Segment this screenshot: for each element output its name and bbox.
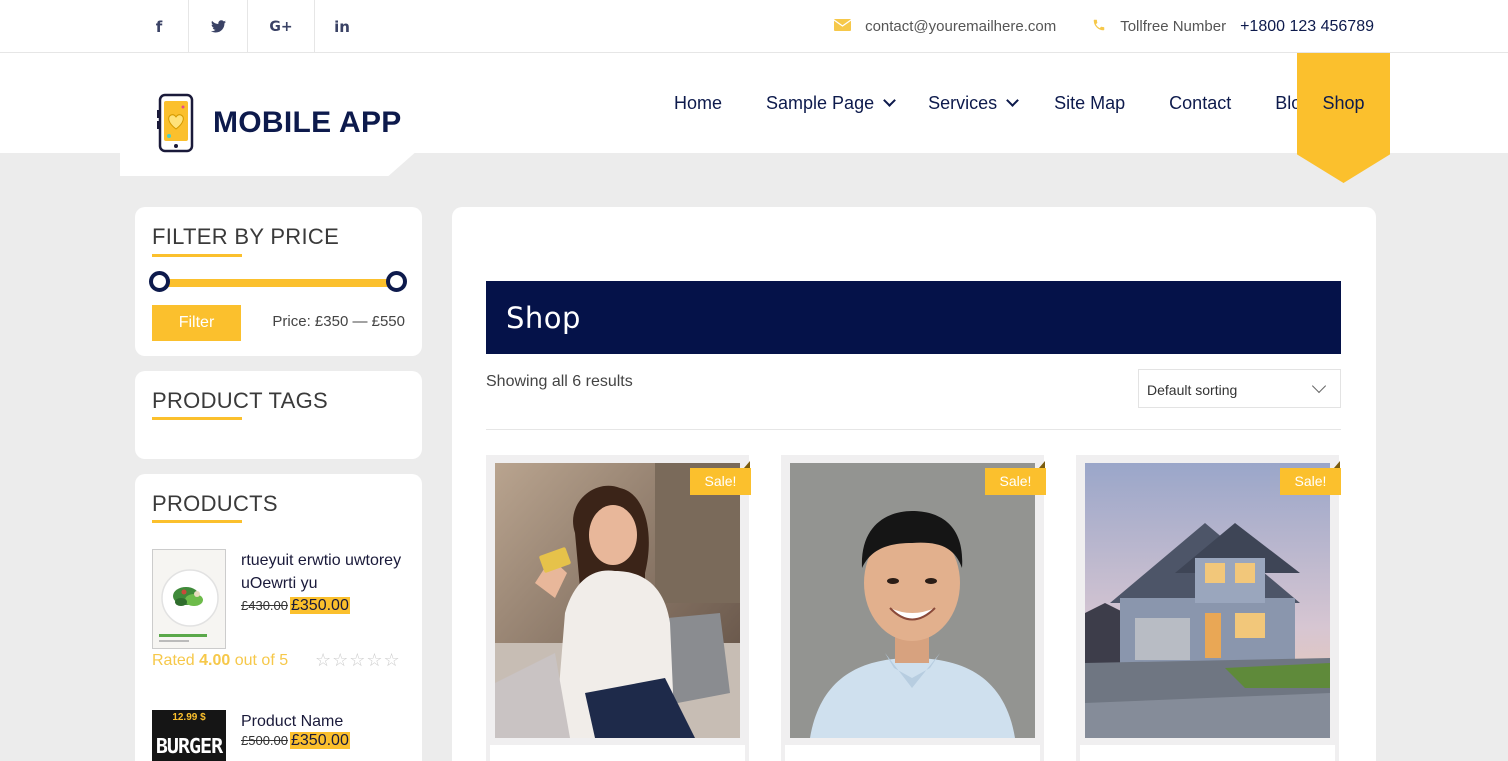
nav-label: Home	[674, 92, 723, 113]
product-price: £430.00 £350.00	[241, 597, 350, 615]
google-plus-icon[interactable]: G+	[248, 0, 315, 53]
results-count: Showing all 6 results	[486, 373, 633, 390]
sale-ribbon-fold	[1039, 461, 1045, 468]
product-rating: Rated 4.00 out of 5	[152, 652, 289, 669]
facebook-icon[interactable]: f	[130, 0, 189, 53]
nav-item-site-map[interactable]: Site Map	[1039, 53, 1147, 153]
card-footer	[1080, 745, 1335, 761]
thumbnail-price-text: 12.99 $	[172, 712, 206, 723]
chevron-down-icon	[1006, 94, 1019, 107]
nav-label: Sample Page	[766, 92, 875, 113]
phone-icon	[1092, 18, 1106, 36]
nav-item-home[interactable]: Home	[652, 53, 744, 153]
sale-ribbon-fold	[1334, 461, 1340, 468]
title-underline	[152, 520, 242, 523]
chevron-down-icon	[883, 94, 896, 107]
burger-thumbnail[interactable]: 12.99 $ BURGER	[152, 710, 226, 761]
product-tags-widget: PRODUCT TAGS	[135, 371, 422, 459]
thumbnail-title-text: BURGER	[155, 734, 223, 758]
divider	[486, 429, 1341, 430]
price-slider-track[interactable]	[158, 279, 398, 287]
products-widget: PRODUCTS rtueyuit erwtio uwtorey uOewrti…	[135, 474, 422, 761]
sale-price: £350.00	[290, 597, 350, 614]
top-bar: f G+ in contact@youremailhere.com Tollfr…	[0, 0, 1508, 53]
salad-thumbnail[interactable]	[152, 549, 226, 649]
contact-email[interactable]: contact@youremailhere.com	[865, 18, 1056, 35]
page-title: Shop	[506, 301, 581, 335]
nav-label: Site Map	[1054, 92, 1126, 113]
product-name[interactable]: rtueyuit erwtio uwtorey uOewrti yu	[241, 549, 401, 595]
tollfree-label: Tollfree Number	[1120, 18, 1227, 35]
sale-ribbon-fold	[744, 461, 750, 468]
title-underline	[152, 417, 242, 420]
price-slider-min-handle[interactable]	[149, 271, 170, 292]
star-rating-icon: ☆☆☆☆☆	[315, 650, 401, 671]
nav-item-services[interactable]: Services	[916, 53, 1039, 153]
product-name-line-2: uOewrti yu	[241, 575, 318, 592]
sort-select[interactable]: Default sorting	[1138, 369, 1341, 408]
old-price: £430.00	[241, 598, 288, 613]
woman-shopping-photo[interactable]	[495, 463, 740, 738]
nav-label: Contact	[1169, 92, 1232, 113]
product-card[interactable]: Sale!	[1076, 455, 1341, 761]
phone-app-logo-icon	[157, 93, 194, 153]
price-slider-max-handle[interactable]	[386, 271, 407, 292]
title-underline	[152, 254, 242, 257]
page-title-banner: Shop	[486, 281, 1341, 354]
house-photo[interactable]	[1085, 463, 1330, 738]
site-logo[interactable]: MOBILE APP	[155, 92, 402, 154]
product-card[interactable]: Sale!	[781, 455, 1046, 761]
card-footer	[785, 745, 1040, 761]
nav-item-contact[interactable]: Contact	[1147, 53, 1253, 153]
linkedin-icon[interactable]: in	[315, 0, 369, 53]
sale-badge: Sale!	[1280, 468, 1341, 495]
nav-item-shop[interactable]: Shop	[1297, 53, 1390, 153]
sale-price: £350.00	[290, 732, 350, 749]
contact-info: contact@youremailhere.com Tollfree Numbe…	[833, 0, 1374, 53]
old-price: £500.00	[241, 733, 288, 748]
twitter-icon[interactable]	[189, 0, 248, 53]
social-links: f G+ in	[130, 0, 369, 53]
smiling-man-photo[interactable]	[790, 463, 1035, 738]
product-price: £500.00 £350.00	[241, 732, 350, 750]
site-title: MOBILE APP	[213, 106, 402, 139]
sort-selected-value: Default sorting	[1147, 382, 1238, 398]
widget-title: FILTER BY PRICE	[152, 224, 340, 249]
filter-by-price-widget: FILTER BY PRICE Filter Price: £350 — £55…	[135, 207, 422, 356]
sale-badge: Sale!	[985, 468, 1046, 495]
main-nav: Home Sample Page Services Site Map Conta…	[652, 53, 1353, 153]
product-name-line-1: rtueyuit erwtio uwtorey	[241, 552, 402, 569]
card-footer	[490, 745, 745, 761]
shop-main-content: Shop Showing all 6 results Default sorti…	[452, 207, 1376, 761]
chevron-down-icon	[1311, 378, 1327, 394]
product-card[interactable]: Sale!	[486, 455, 751, 761]
sale-badge: Sale!	[690, 468, 751, 495]
price-range-text: Price: £350 — £550	[272, 313, 405, 330]
envelope-icon	[833, 18, 852, 35]
filter-button[interactable]: Filter	[152, 305, 241, 341]
tollfree-number[interactable]: +1800 123 456789	[1240, 18, 1374, 36]
widget-title: PRODUCT TAGS	[152, 388, 328, 413]
widget-title: PRODUCTS	[152, 491, 278, 516]
nav-item-sample-page[interactable]: Sample Page	[744, 53, 916, 153]
nav-label: Services	[928, 92, 998, 113]
nav-label: Shop	[1322, 92, 1365, 113]
product-name[interactable]: Product Name	[241, 710, 343, 733]
